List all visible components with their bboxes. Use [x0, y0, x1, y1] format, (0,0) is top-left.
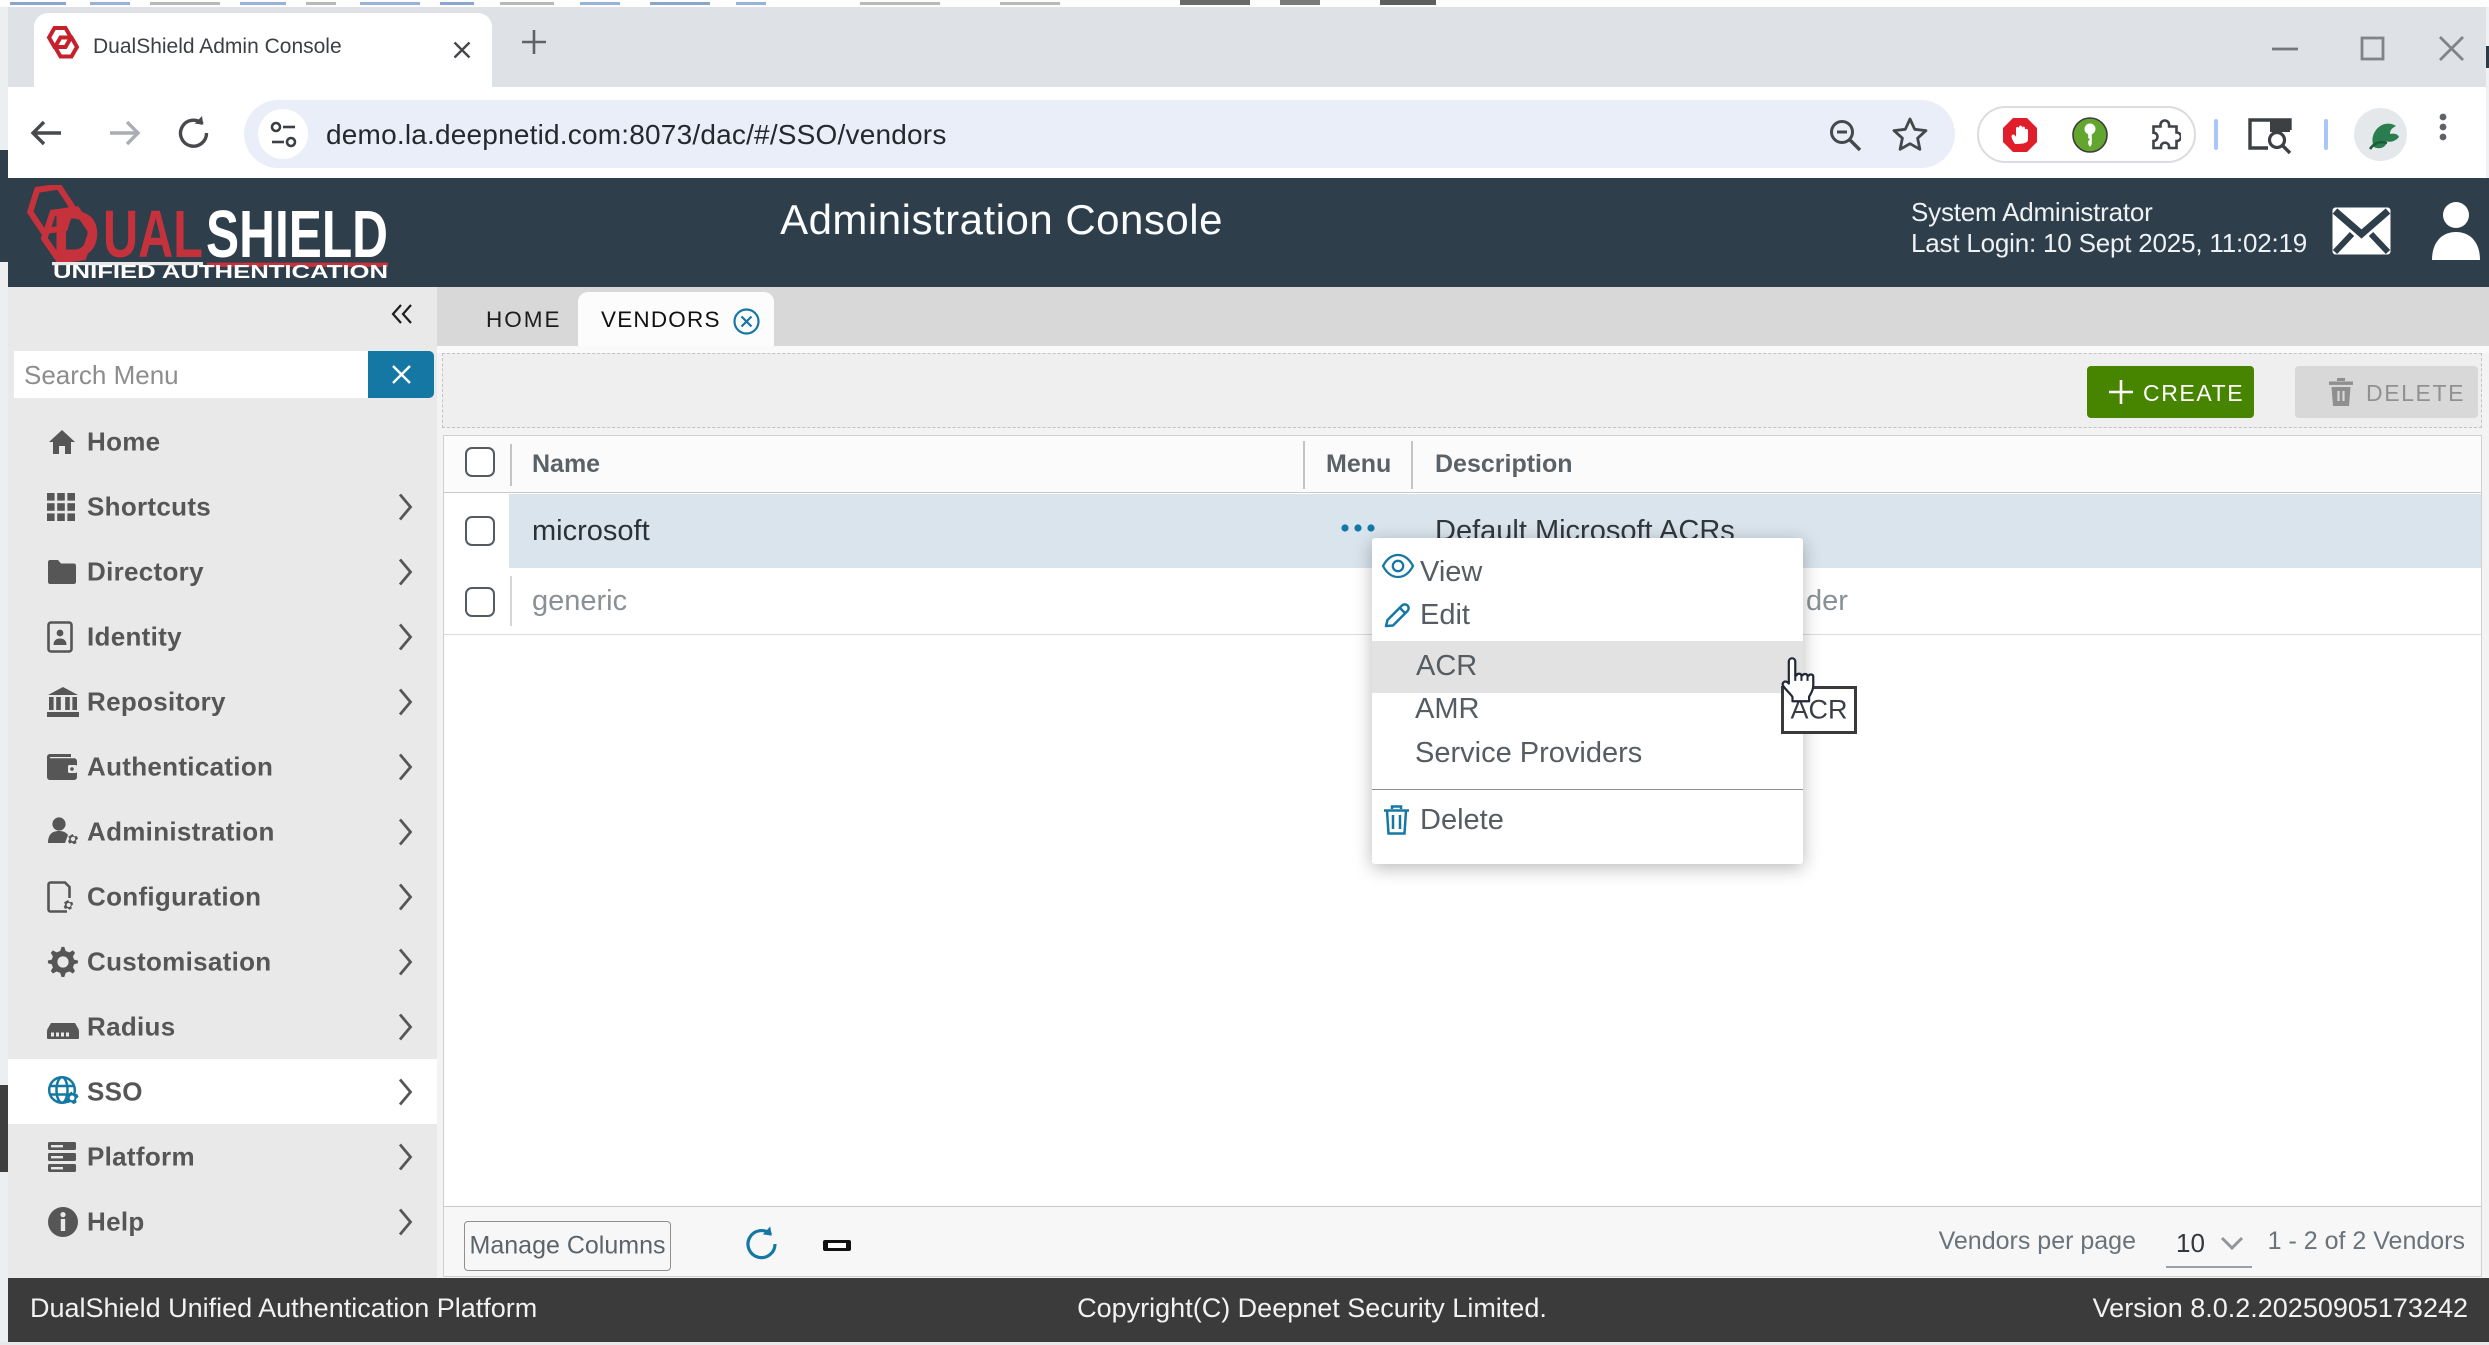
svg-text:D: D	[52, 197, 100, 272]
svg-text:UAL: UAL	[103, 197, 203, 272]
svg-text:UNIFIED AUTHENTICATION: UNIFIED AUTHENTICATION	[53, 262, 388, 282]
svg-text:SHIELD: SHIELD	[206, 197, 388, 272]
